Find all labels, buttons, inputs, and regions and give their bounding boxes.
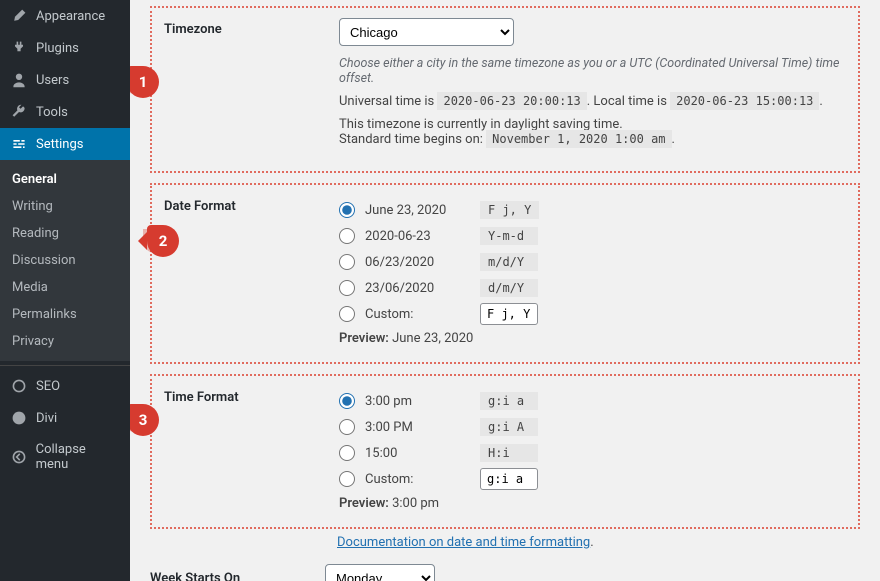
settings-content: 1 Timezone Chicago Choose either a city … bbox=[130, 0, 880, 581]
date-format-radio-3[interactable] bbox=[339, 280, 355, 296]
sidebar-item-users[interactable]: Users bbox=[0, 64, 130, 96]
submenu-media[interactable]: Media bbox=[0, 274, 130, 301]
submenu-permalinks[interactable]: Permalinks bbox=[0, 301, 130, 328]
sidebar-item-tools[interactable]: Tools bbox=[0, 96, 130, 128]
date-format-custom-label: Custom: bbox=[365, 307, 470, 322]
week-row: Week Starts On Monday bbox=[150, 564, 860, 581]
sidebar-item-divi[interactable]: Divi bbox=[0, 402, 130, 434]
time-format-section: 3 Time Format 3:00 pmg:i a 3:00 PMg:i A … bbox=[150, 374, 860, 529]
collapse-icon bbox=[10, 449, 28, 465]
time-format-text: 3:00 PM bbox=[365, 420, 470, 435]
date-format-label: Date Format bbox=[164, 195, 339, 214]
time-format-custom-input[interactable] bbox=[480, 468, 538, 490]
period: . bbox=[590, 535, 593, 550]
sidebar-item-collapse[interactable]: Collapse menu bbox=[0, 434, 130, 480]
wrench-icon bbox=[10, 104, 28, 120]
date-format-text: 06/23/2020 bbox=[365, 255, 470, 270]
week-label: Week Starts On bbox=[150, 571, 325, 581]
time-format-radio-1[interactable] bbox=[339, 419, 355, 435]
callout-1: 1 bbox=[130, 66, 159, 98]
time-format-radio-custom[interactable] bbox=[339, 471, 355, 487]
date-format-text: 23/06/2020 bbox=[365, 281, 470, 296]
sidebar-item-seo[interactable]: SEO bbox=[0, 370, 130, 402]
sidebar-item-label: SEO bbox=[36, 379, 60, 394]
date-format-preview: Preview: June 23, 2020 bbox=[339, 331, 846, 346]
time-format-code: g:i A bbox=[480, 418, 538, 436]
local-time: 2020-06-23 15:00:13 bbox=[670, 92, 819, 110]
timezone-times: Universal time is 2020-06-23 20:00:13. L… bbox=[339, 94, 846, 109]
sidebar-item-label: Divi bbox=[36, 411, 57, 426]
time-format-code: H:i bbox=[480, 444, 538, 462]
date-format-text: June 23, 2020 bbox=[365, 203, 470, 218]
sidebar-item-plugins[interactable]: Plugins bbox=[0, 32, 130, 64]
timezone-label: Timezone bbox=[164, 18, 339, 37]
time-format-code: g:i a bbox=[480, 392, 538, 410]
sidebar-item-label: Plugins bbox=[36, 41, 79, 56]
callout-2: 2 bbox=[147, 225, 179, 257]
std-time: November 1, 2020 1:00 am bbox=[486, 130, 671, 148]
date-format-text: 2020-06-23 bbox=[365, 229, 470, 244]
date-format-radio-1[interactable] bbox=[339, 228, 355, 244]
date-format-radio-2[interactable] bbox=[339, 254, 355, 270]
date-format-code: m/d/Y bbox=[480, 253, 538, 271]
callout-3: 3 bbox=[130, 404, 159, 436]
submenu-discussion[interactable]: Discussion bbox=[0, 247, 130, 274]
sidebar-item-label: Tools bbox=[36, 105, 68, 120]
time-format-text: 3:00 pm bbox=[365, 394, 470, 409]
date-format-code: F j, Y bbox=[480, 201, 539, 219]
date-format-section: 2 Date Format June 23, 2020 F j, Y 2020-0… bbox=[150, 183, 860, 364]
date-format-code: Y-m-d bbox=[480, 227, 538, 245]
time-format-label: Time Format bbox=[164, 386, 339, 405]
sliders-icon bbox=[10, 136, 28, 152]
seo-icon bbox=[10, 378, 28, 394]
sidebar-item-label: Collapse menu bbox=[36, 442, 120, 472]
divi-icon bbox=[10, 410, 28, 426]
date-format-radio-custom[interactable] bbox=[339, 306, 355, 322]
timezone-section: 1 Timezone Chicago Choose either a city … bbox=[150, 6, 860, 173]
settings-submenu: General Writing Reading Discussion Media… bbox=[0, 160, 130, 361]
sidebar-item-label: Users bbox=[36, 73, 69, 88]
doc-link[interactable]: Documentation on date and time formattin… bbox=[337, 535, 590, 550]
admin-sidebar: Appearance Plugins Users Tools Settings … bbox=[0, 0, 130, 581]
time-format-custom-label: Custom: bbox=[365, 472, 470, 487]
submenu-writing[interactable]: Writing bbox=[0, 193, 130, 220]
submenu-general[interactable]: General bbox=[0, 166, 130, 193]
submenu-reading[interactable]: Reading bbox=[0, 220, 130, 247]
timezone-help: Choose either a city in the same timezon… bbox=[339, 56, 846, 86]
week-select[interactable]: Monday bbox=[325, 564, 435, 581]
sidebar-item-label: Settings bbox=[36, 137, 83, 152]
plug-icon bbox=[10, 40, 28, 56]
timezone-select[interactable]: Chicago bbox=[339, 18, 514, 46]
utc-time: 2020-06-23 20:00:13 bbox=[437, 92, 586, 110]
sidebar-item-appearance[interactable]: Appearance bbox=[0, 0, 130, 32]
sidebar-item-settings[interactable]: Settings bbox=[0, 128, 130, 160]
date-format-custom-input[interactable] bbox=[480, 303, 538, 325]
date-format-code: d/m/Y bbox=[480, 279, 538, 297]
timezone-dst: This timezone is currently in daylight s… bbox=[339, 117, 846, 147]
submenu-privacy[interactable]: Privacy bbox=[0, 328, 130, 355]
sidebar-item-label: Appearance bbox=[36, 9, 105, 24]
time-format-radio-2[interactable] bbox=[339, 445, 355, 461]
time-format-preview: Preview: 3:00 pm bbox=[339, 496, 846, 511]
date-format-radio-0[interactable] bbox=[339, 202, 355, 218]
time-format-text: 15:00 bbox=[365, 446, 470, 461]
time-format-radio-0[interactable] bbox=[339, 393, 355, 409]
user-icon bbox=[10, 72, 28, 88]
brush-icon bbox=[10, 8, 28, 24]
